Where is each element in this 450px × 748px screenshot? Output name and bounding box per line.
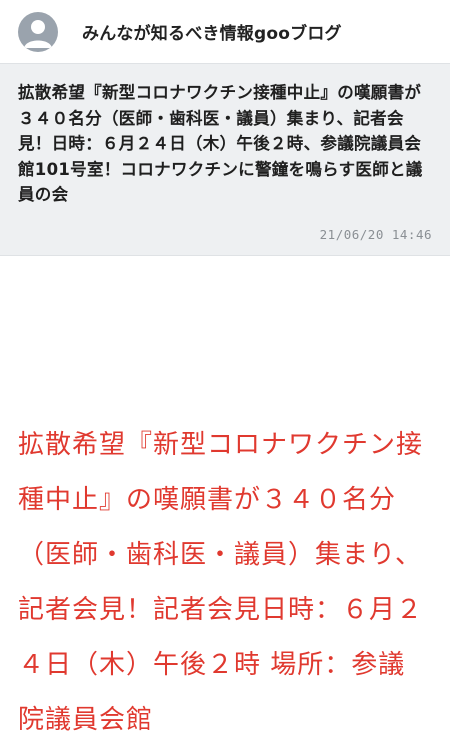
post-summary-card[interactable]: 拡散希望『新型コロナワクチン接種中止』の嘆願書が３４０名分（医師・歯科医・議員）…	[0, 63, 450, 256]
user-avatar-icon[interactable]	[18, 12, 58, 52]
post-date: 21/06/20 14:46	[319, 227, 432, 242]
article-body-text: 拡散希望『新型コロナワクチン接種中止』の嘆願書が３４０名分（医師・歯科医・議員）…	[18, 430, 424, 735]
post-title[interactable]: 拡散希望『新型コロナワクチン接種中止』の嘆願書が３４０名分（医師・歯科医・議員）…	[18, 80, 432, 208]
blog-header: みんなが知るべき情報gooブログ	[0, 0, 450, 63]
blog-title-link[interactable]: みんなが知るべき情報gooブログ	[82, 19, 342, 44]
